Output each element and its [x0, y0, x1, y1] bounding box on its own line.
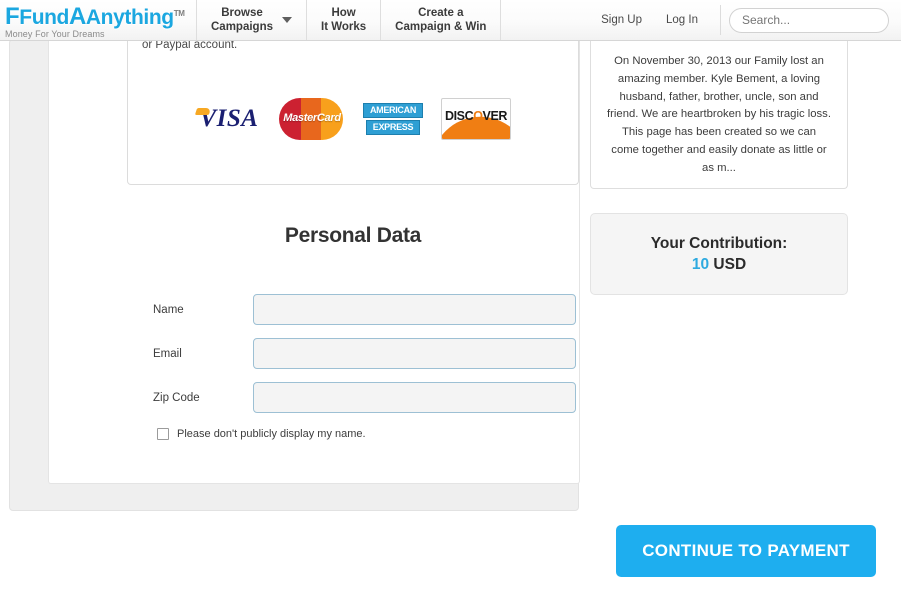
header-actions: Sign Up Log In	[589, 0, 901, 40]
mastercard-icon: MasterCard	[279, 98, 345, 140]
log-in-link[interactable]: Log In	[654, 14, 710, 26]
accepted-card-logos: VISA MasterCard AMERICAN EXPRESS DISCOVE…	[128, 98, 578, 140]
contribution-amount: 10 USD	[692, 256, 746, 274]
mastercard-label: MasterCard	[283, 112, 341, 124]
nav-browse-line2: Campaigns	[211, 21, 273, 33]
american-express-icon: AMERICAN EXPRESS	[361, 100, 425, 138]
donation-outer-panel: or Paypal account. VISA MasterCard AMERI…	[9, 36, 580, 511]
sign-up-link[interactable]: Sign Up	[589, 14, 654, 26]
form-row-email: Email	[153, 338, 576, 369]
name-label: Name	[153, 303, 184, 316]
nav-create-line1: Create a	[418, 7, 464, 19]
form-row-name: Name	[153, 294, 576, 325]
discover-dot: O	[473, 109, 483, 123]
name-input[interactable]	[253, 294, 576, 325]
nav-how-line2: It Works	[321, 21, 367, 33]
amex-line2: EXPRESS	[366, 120, 420, 135]
zip-code-label: Zip Code	[153, 391, 200, 404]
trademark-icon: TM	[173, 8, 185, 18]
header-divider	[720, 5, 721, 35]
page-body: or Paypal account. VISA MasterCard AMERI…	[0, 36, 901, 605]
continue-to-payment-button[interactable]: CONTINUE TO PAYMENT	[616, 525, 876, 577]
donation-inner-panel: or Paypal account. VISA MasterCard AMERI…	[48, 36, 580, 484]
campaign-description-card: On November 30, 2013 our Family lost an …	[590, 39, 848, 189]
discover-icon: DISCOVER	[441, 98, 511, 140]
campaign-description-text: On November 30, 2013 our Family lost an …	[607, 55, 831, 174]
logo-wordmark: FFundAAnythingTM	[5, 2, 185, 30]
logo-name-part1: Fund	[19, 5, 69, 29]
hide-name-label[interactable]: Please don't publicly display my name.	[177, 428, 366, 440]
zip-code-input[interactable]	[253, 382, 576, 413]
page-title: Personal Data	[284, 224, 422, 247]
email-input[interactable]	[253, 338, 576, 369]
payment-methods-card: or Paypal account. VISA MasterCard AMERI…	[127, 36, 579, 185]
hide-name-checkbox[interactable]	[157, 428, 169, 440]
discover-label: DISCOVER	[442, 109, 510, 123]
search-input[interactable]	[729, 7, 889, 33]
nav-item-how-it-works[interactable]: How It Works	[306, 0, 380, 40]
amex-line1: AMERICAN	[363, 103, 423, 118]
form-row-zip: Zip Code	[153, 382, 576, 413]
main-navigation: Browse Campaigns How It Works Create a C…	[196, 0, 502, 40]
nav-item-create-campaign[interactable]: Create a Campaign & Win	[380, 0, 502, 40]
contribution-title: Your Contribution:	[650, 234, 788, 252]
discover-post: VER	[482, 109, 508, 123]
chevron-down-icon	[282, 17, 292, 23]
site-logo[interactable]: FFundAAnythingTM Money For Your Dreams	[0, 0, 196, 40]
logo-tagline: Money For Your Dreams	[5, 28, 105, 39]
visa-icon: VISA	[194, 104, 263, 134]
site-header: FFundAAnythingTM Money For Your Dreams B…	[0, 0, 901, 41]
logo-name-part2: Anything	[85, 5, 174, 29]
email-label: Email	[153, 347, 182, 360]
privacy-checkbox-row: Please don't publicly display my name.	[157, 428, 366, 440]
nav-item-browse-campaigns[interactable]: Browse Campaigns	[196, 0, 306, 40]
nav-browse-line1: Browse	[221, 7, 263, 19]
nav-how-line1: How	[331, 7, 356, 19]
contribution-currency: USD	[713, 255, 747, 273]
contribution-value: 10	[691, 255, 710, 273]
contribution-summary-card: Your Contribution: 10 USD	[590, 213, 848, 295]
discover-pre: DISC	[444, 109, 474, 123]
nav-create-line2: Campaign & Win	[395, 21, 487, 33]
